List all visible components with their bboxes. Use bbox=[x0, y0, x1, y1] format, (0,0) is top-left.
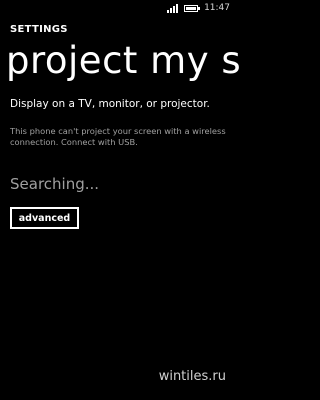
battery-icon bbox=[184, 4, 201, 12]
status-time: 11:47 bbox=[204, 3, 230, 13]
signal-strength-icon bbox=[167, 3, 179, 13]
watermark: wintiles.ru bbox=[158, 369, 226, 384]
advanced-button[interactable]: advanced bbox=[10, 207, 79, 229]
page-description: Display on a TV, monitor, or projector. bbox=[10, 98, 210, 110]
status-bar: 11:47 bbox=[0, 0, 240, 16]
searching-status: Searching... bbox=[10, 175, 100, 193]
page-title: project my screen bbox=[6, 39, 240, 82]
usb-info-text: This phone can't project your screen wit… bbox=[10, 126, 226, 147]
status-indicators: 11:47 bbox=[167, 3, 230, 13]
app-title: SETTINGS bbox=[10, 24, 68, 35]
